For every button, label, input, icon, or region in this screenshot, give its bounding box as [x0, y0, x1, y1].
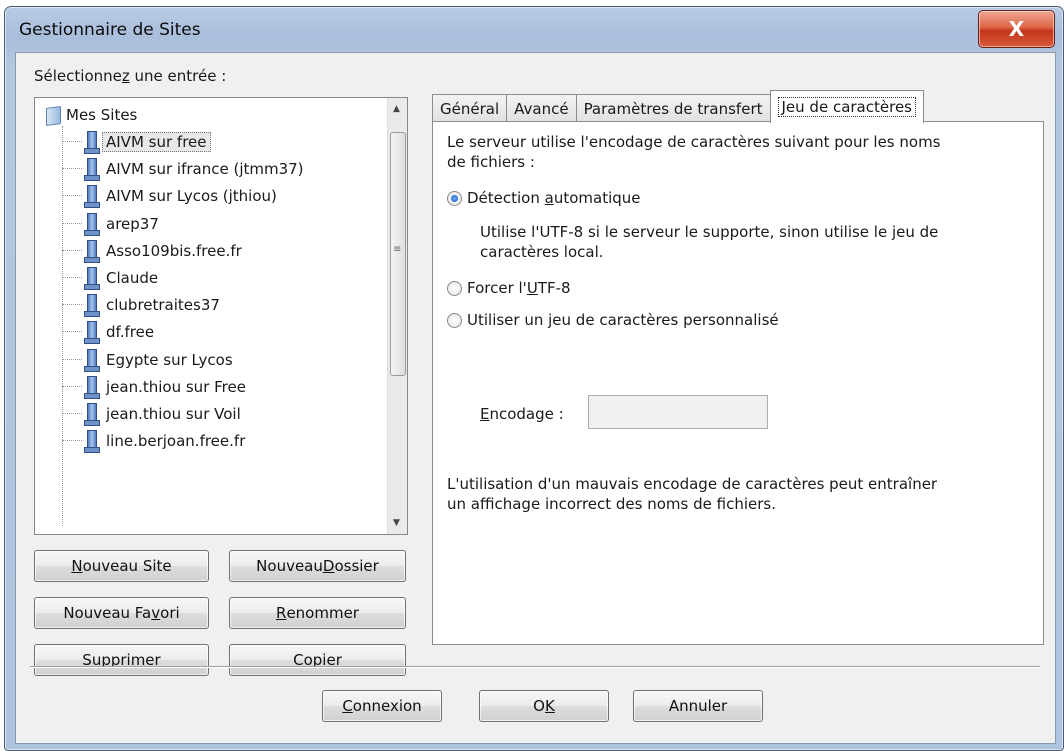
tree-item-label: AIVM sur ifrance (jtmm37)	[106, 159, 304, 178]
window-title: Gestionnaire de Sites	[19, 20, 201, 40]
tab-transfer-settings[interactable]: Paramètres de transfert	[575, 94, 771, 122]
server-icon	[84, 184, 100, 208]
tree-item[interactable]: arep37	[62, 210, 159, 237]
cancel-button[interactable]: Annuler	[633, 690, 763, 722]
scrollbar-grip-icon: ≡	[393, 244, 402, 255]
new-folder-button[interactable]: Nouveau Dossier	[229, 550, 406, 582]
tree-item[interactable]: AIVM sur free	[62, 128, 211, 155]
new-bookmark-button[interactable]: Nouveau Fa v ori	[34, 597, 209, 629]
connect-button[interactable]: Connexion	[322, 690, 442, 722]
tree-item[interactable]: Claude	[62, 264, 158, 291]
tab-advanced[interactable]: Avancé	[506, 94, 577, 122]
tree-connector	[62, 304, 82, 305]
force-utf8-radio[interactable]: Forcer l'UTF-8	[447, 279, 571, 297]
tree-item[interactable]: line.berjoan.free.fr	[62, 427, 245, 454]
server-icon	[84, 239, 100, 263]
charset-intro-line2: de fichiers :	[447, 153, 535, 171]
tree-connector	[62, 386, 82, 387]
new-site-button[interactable]: Nouveau Site	[34, 550, 209, 582]
server-icon	[84, 293, 100, 317]
tree-item[interactable]: df.free	[62, 318, 154, 345]
tree-connector	[62, 440, 82, 441]
warning-line1: L'utilisation d'un mauvais encodage de c…	[447, 475, 938, 493]
server-icon	[84, 266, 100, 290]
server-icon	[84, 348, 100, 372]
close-button[interactable]: X	[978, 10, 1055, 48]
tree-item-label: Claude	[106, 268, 159, 287]
tab-charset[interactable]: Jeu de caractères	[769, 90, 924, 123]
ok-button[interactable]: OK	[479, 690, 609, 722]
tree-connector	[62, 223, 82, 224]
charset-intro-line1: Le serveur utilise l'encodage de caractè…	[447, 133, 941, 151]
tree-item-label: Egypte sur Lycos	[106, 350, 233, 369]
auto-help-line1: Utilise l'UTF-8 si le serveur le support…	[480, 223, 939, 241]
custom-charset-radio[interactable]: Utiliser un jeu de caractères personnali…	[447, 311, 779, 329]
tab-strip: Général Avancé Paramètres de transfert J…	[432, 90, 924, 123]
auto-detect-radio[interactable]: Détection automatique	[447, 189, 641, 207]
footer-separator	[30, 666, 1040, 668]
warning-line2: un affichage incorrect des noms de fichi…	[447, 495, 776, 513]
tree-connector	[62, 277, 82, 278]
tree-connector	[62, 195, 82, 196]
server-icon	[84, 320, 100, 344]
tree-item-label: line.berjoan.free.fr	[106, 431, 246, 450]
tree-connector	[62, 250, 82, 251]
server-icon	[84, 130, 100, 154]
server-icon	[84, 402, 100, 426]
encoding-label: Encodage :	[480, 405, 564, 423]
tab-general[interactable]: Général	[432, 94, 508, 122]
tree-scrollbar[interactable]: ▲ ≡ ▼	[387, 98, 407, 534]
encoding-field[interactable]	[588, 395, 768, 429]
server-icon	[84, 157, 100, 181]
tree-item[interactable]: clubretraites37	[62, 291, 220, 318]
close-icon: X	[1008, 17, 1025, 41]
radio-unchecked-icon	[447, 280, 462, 296]
scroll-up-arrow-icon[interactable]: ▲	[393, 104, 400, 114]
dialog-body: Sélectionnez une entrée : Mes Sites AIVM…	[15, 52, 1056, 744]
tree-item-label: clubretraites37	[106, 295, 220, 314]
tree-connector	[62, 359, 82, 360]
delete-button[interactable]: Supprimer	[34, 644, 209, 676]
rename-button[interactable]: Renommer	[229, 597, 406, 629]
tree-item-label: AIVM sur Lycos (jthiou)	[106, 186, 277, 205]
tree-item-label: jean.thiou sur Voil	[106, 404, 241, 423]
charset-panel: Le serveur utilise l'encodage de caractè…	[432, 121, 1044, 645]
select-entry-label: Sélectionnez une entrée :	[34, 67, 227, 85]
site-tree[interactable]: Mes Sites AIVM sur free AIVM sur ifrance …	[34, 97, 408, 535]
radio-checked-icon	[447, 190, 462, 206]
auto-help-line2: caractères local.	[480, 243, 604, 261]
tree-item[interactable]: Asso109bis.free.fr	[62, 237, 242, 264]
tree-connector	[62, 141, 82, 142]
tree-item-label: arep37	[106, 214, 159, 233]
tree-item[interactable]: jean.thiou sur Free	[62, 373, 246, 400]
site-manager-window: Gestionnaire de Sites X Sélectionnez une…	[4, 6, 1064, 751]
server-icon	[84, 375, 100, 399]
tree-item-label: df.free	[106, 322, 155, 341]
radio-unchecked-icon	[447, 312, 462, 328]
server-icon	[84, 429, 100, 453]
server-icon	[84, 212, 100, 236]
tree-root-my-sites[interactable]: Mes Sites	[45, 104, 137, 126]
copy-button[interactable]: Copi e r	[229, 644, 406, 676]
scroll-down-arrow-icon[interactable]: ▼	[393, 518, 400, 528]
tree-connector	[62, 168, 82, 169]
tree-item-label: jean.thiou sur Free	[106, 377, 246, 396]
tree-item[interactable]: AIVM sur Lycos (jthiou)	[62, 182, 277, 209]
tree-item-label: AIVM sur free	[102, 131, 211, 152]
folder-icon	[45, 106, 61, 124]
tree-item[interactable]: Egypte sur Lycos	[62, 346, 233, 373]
tree-connector	[62, 413, 82, 414]
tree-item[interactable]: jean.thiou sur Voil	[62, 400, 241, 427]
tree-item[interactable]: AIVM sur ifrance (jtmm37)	[62, 155, 304, 182]
tree-connector	[62, 331, 82, 332]
tree-item-label: Asso109bis.free.fr	[106, 241, 242, 260]
